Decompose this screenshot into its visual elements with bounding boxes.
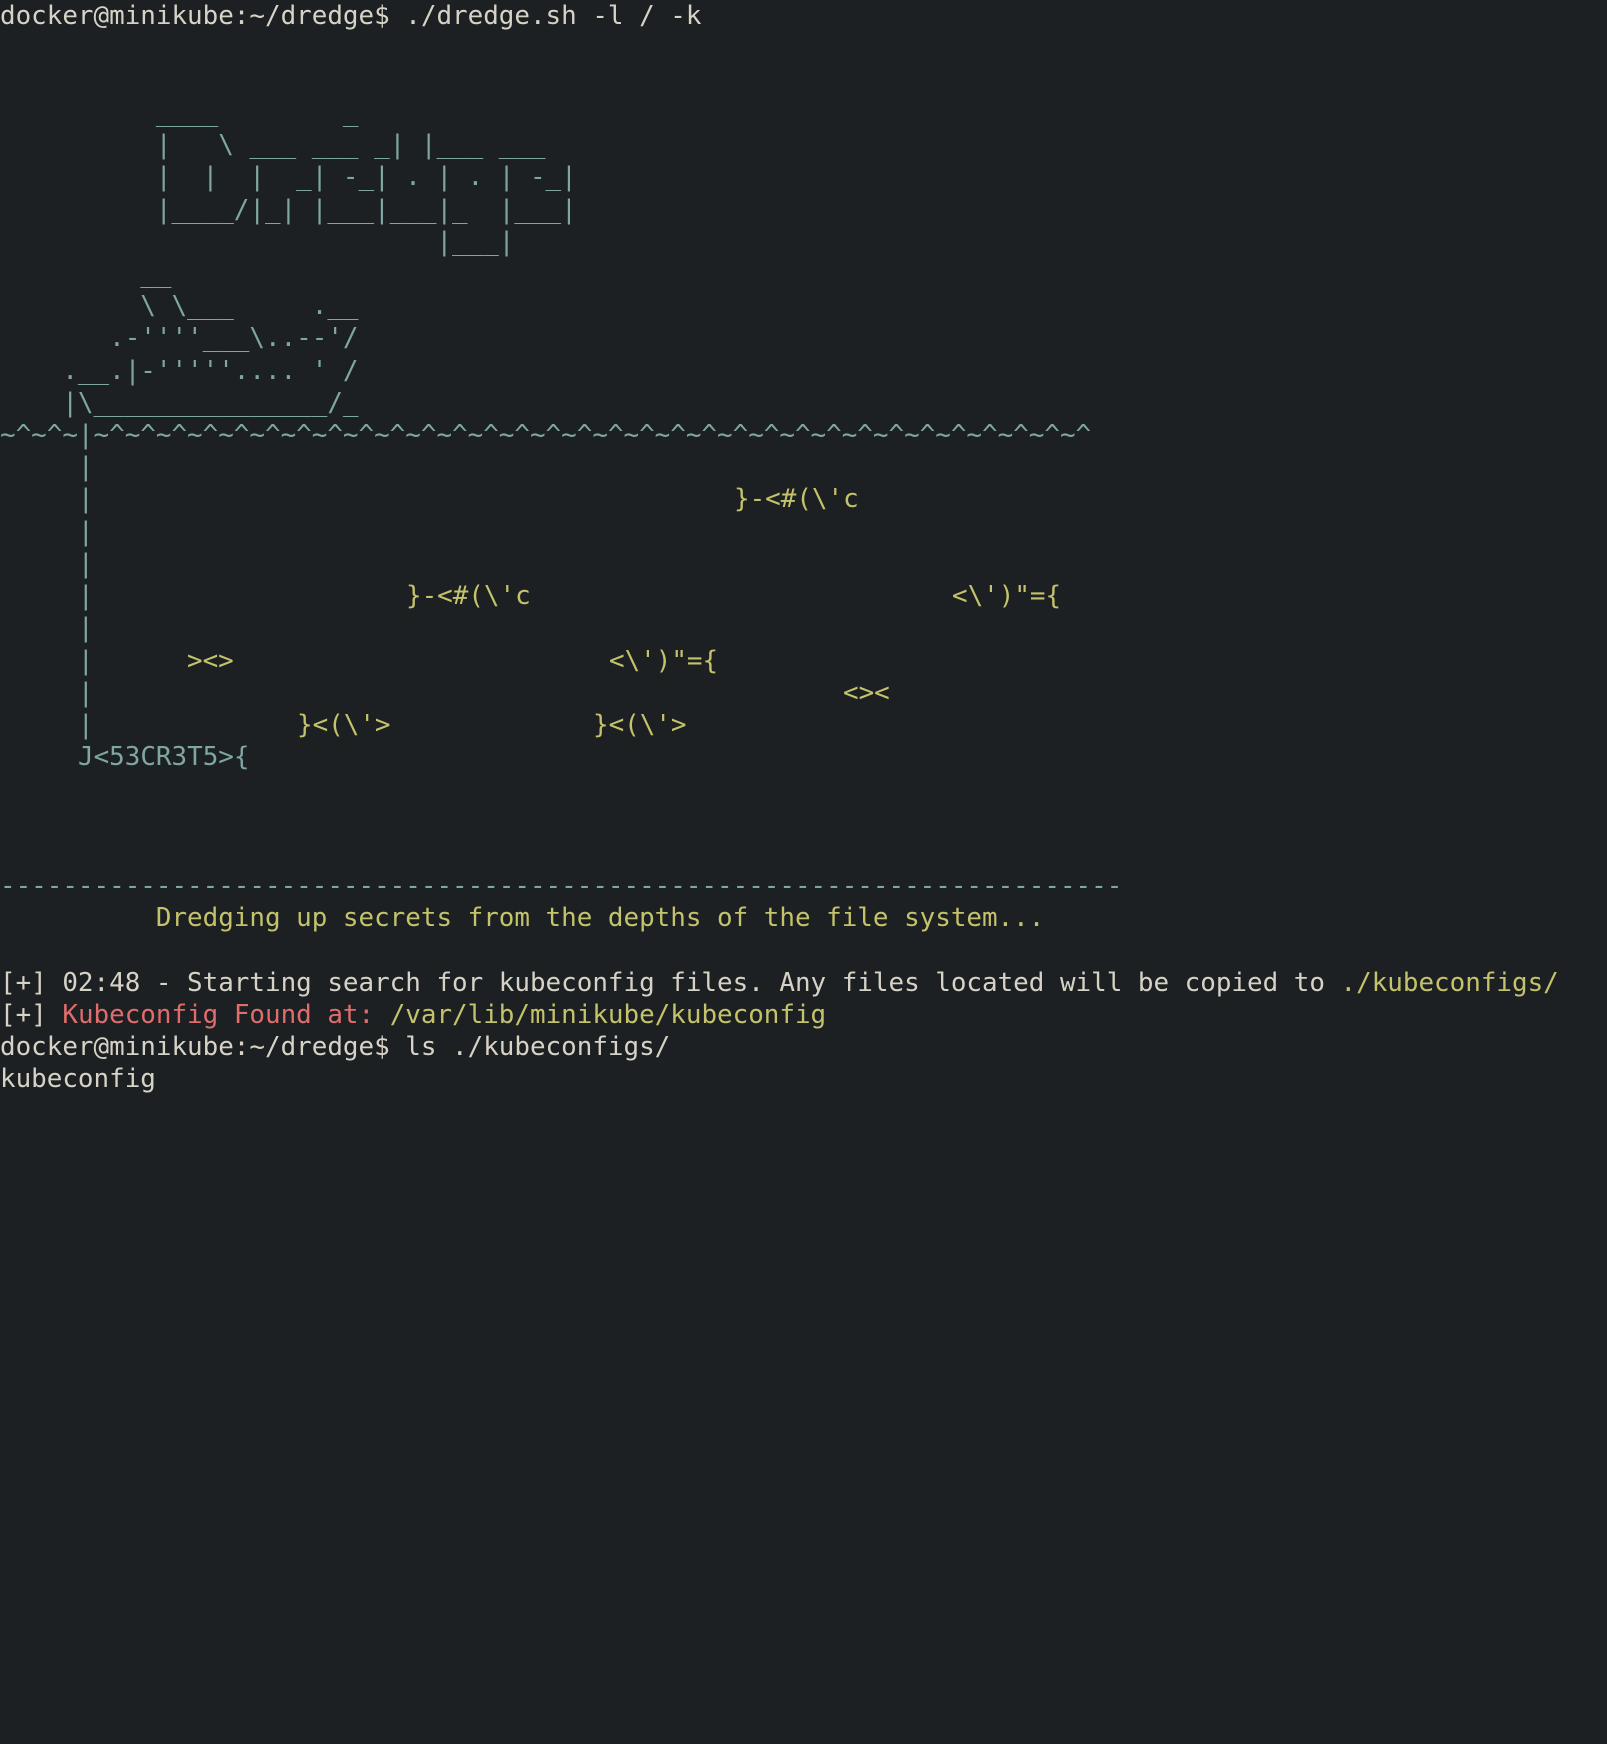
ship-line: \ \___ .__ <box>0 291 359 321</box>
output-path: ./kubeconfigs/ <box>1340 968 1559 998</box>
water-surface-line: ~^~^~|~^~^~^~^~^~^~^~^~^~^~^~^~^~^~^~^~^… <box>0 420 1092 450</box>
ship-line: .-''''___\..--'/ <box>0 323 359 353</box>
fish-ascii: }<(\'> <box>297 710 391 740</box>
fish-ascii: ><> <box>187 646 234 676</box>
logo-line: ____ _ <box>0 98 359 128</box>
status-text: [+] 02:48 - Starting search for kubeconf… <box>0 968 1341 998</box>
fishing-line-segment: | <box>78 710 94 740</box>
fishing-line-segment: | <box>78 678 94 708</box>
ship-line: __ <box>0 259 172 289</box>
logo-line: |___| <box>0 227 515 257</box>
status-line-search: [+] 02:48 - Starting search for kubeconf… <box>0 967 1559 999</box>
found-label: Kubeconfig Found at: <box>62 1000 375 1030</box>
command-prompt-line: docker@minikube:~/dredge$ ls ./kubeconfi… <box>0 1032 671 1062</box>
fishing-line-segment: | <box>78 646 94 676</box>
tagline: Dredging up secrets from the depths of t… <box>0 903 1045 933</box>
command-output: kubeconfig <box>0 1064 156 1094</box>
ship-line: .__.|-'''''.... ' / <box>0 356 359 386</box>
fishing-line-segment: | <box>78 452 94 482</box>
hook-label: J<53CR3T5>{ <box>78 742 250 772</box>
divider-line: ----------------------------------------… <box>0 871 1123 901</box>
fish-ascii: }-<#(\'c <box>734 484 859 514</box>
ship-line: |\_______________/_ <box>0 388 359 418</box>
fishing-line-segment: | <box>78 517 94 547</box>
logo-line: | \ ___ ___ _| |___ ___ <box>0 130 546 160</box>
fishing-line-segment: | <box>78 581 94 611</box>
logo-line: | | | _| -_| . | . | -_| <box>0 162 577 192</box>
terminal-window[interactable]: docker@minikube:~/dredge$ ./dredge.sh -l… <box>0 0 1607 1120</box>
fish-ascii: }<(\'> <box>593 710 687 740</box>
fishing-line-segment: | <box>78 613 94 643</box>
fishing-line-segment: | <box>78 484 94 514</box>
logo-line: |____/|_| |___|___|_ |___| <box>0 195 577 225</box>
fish-ascii: }-<#(\'c <box>406 581 531 611</box>
fish-ascii: <>< <box>843 678 890 708</box>
fish-ascii: <\')"={ <box>609 646 719 676</box>
found-path: /var/lib/minikube/kubeconfig <box>374 1000 827 1030</box>
fishing-line-segment: | <box>78 549 94 579</box>
fish-ascii: <\')"={ <box>952 581 1062 611</box>
status-line-found: [+] Kubeconfig Found at: /var/lib/miniku… <box>0 999 826 1031</box>
command-prompt-line: docker@minikube:~/dredge$ ./dredge.sh -l… <box>0 1 702 31</box>
status-prefix: [+] <box>0 1000 63 1030</box>
